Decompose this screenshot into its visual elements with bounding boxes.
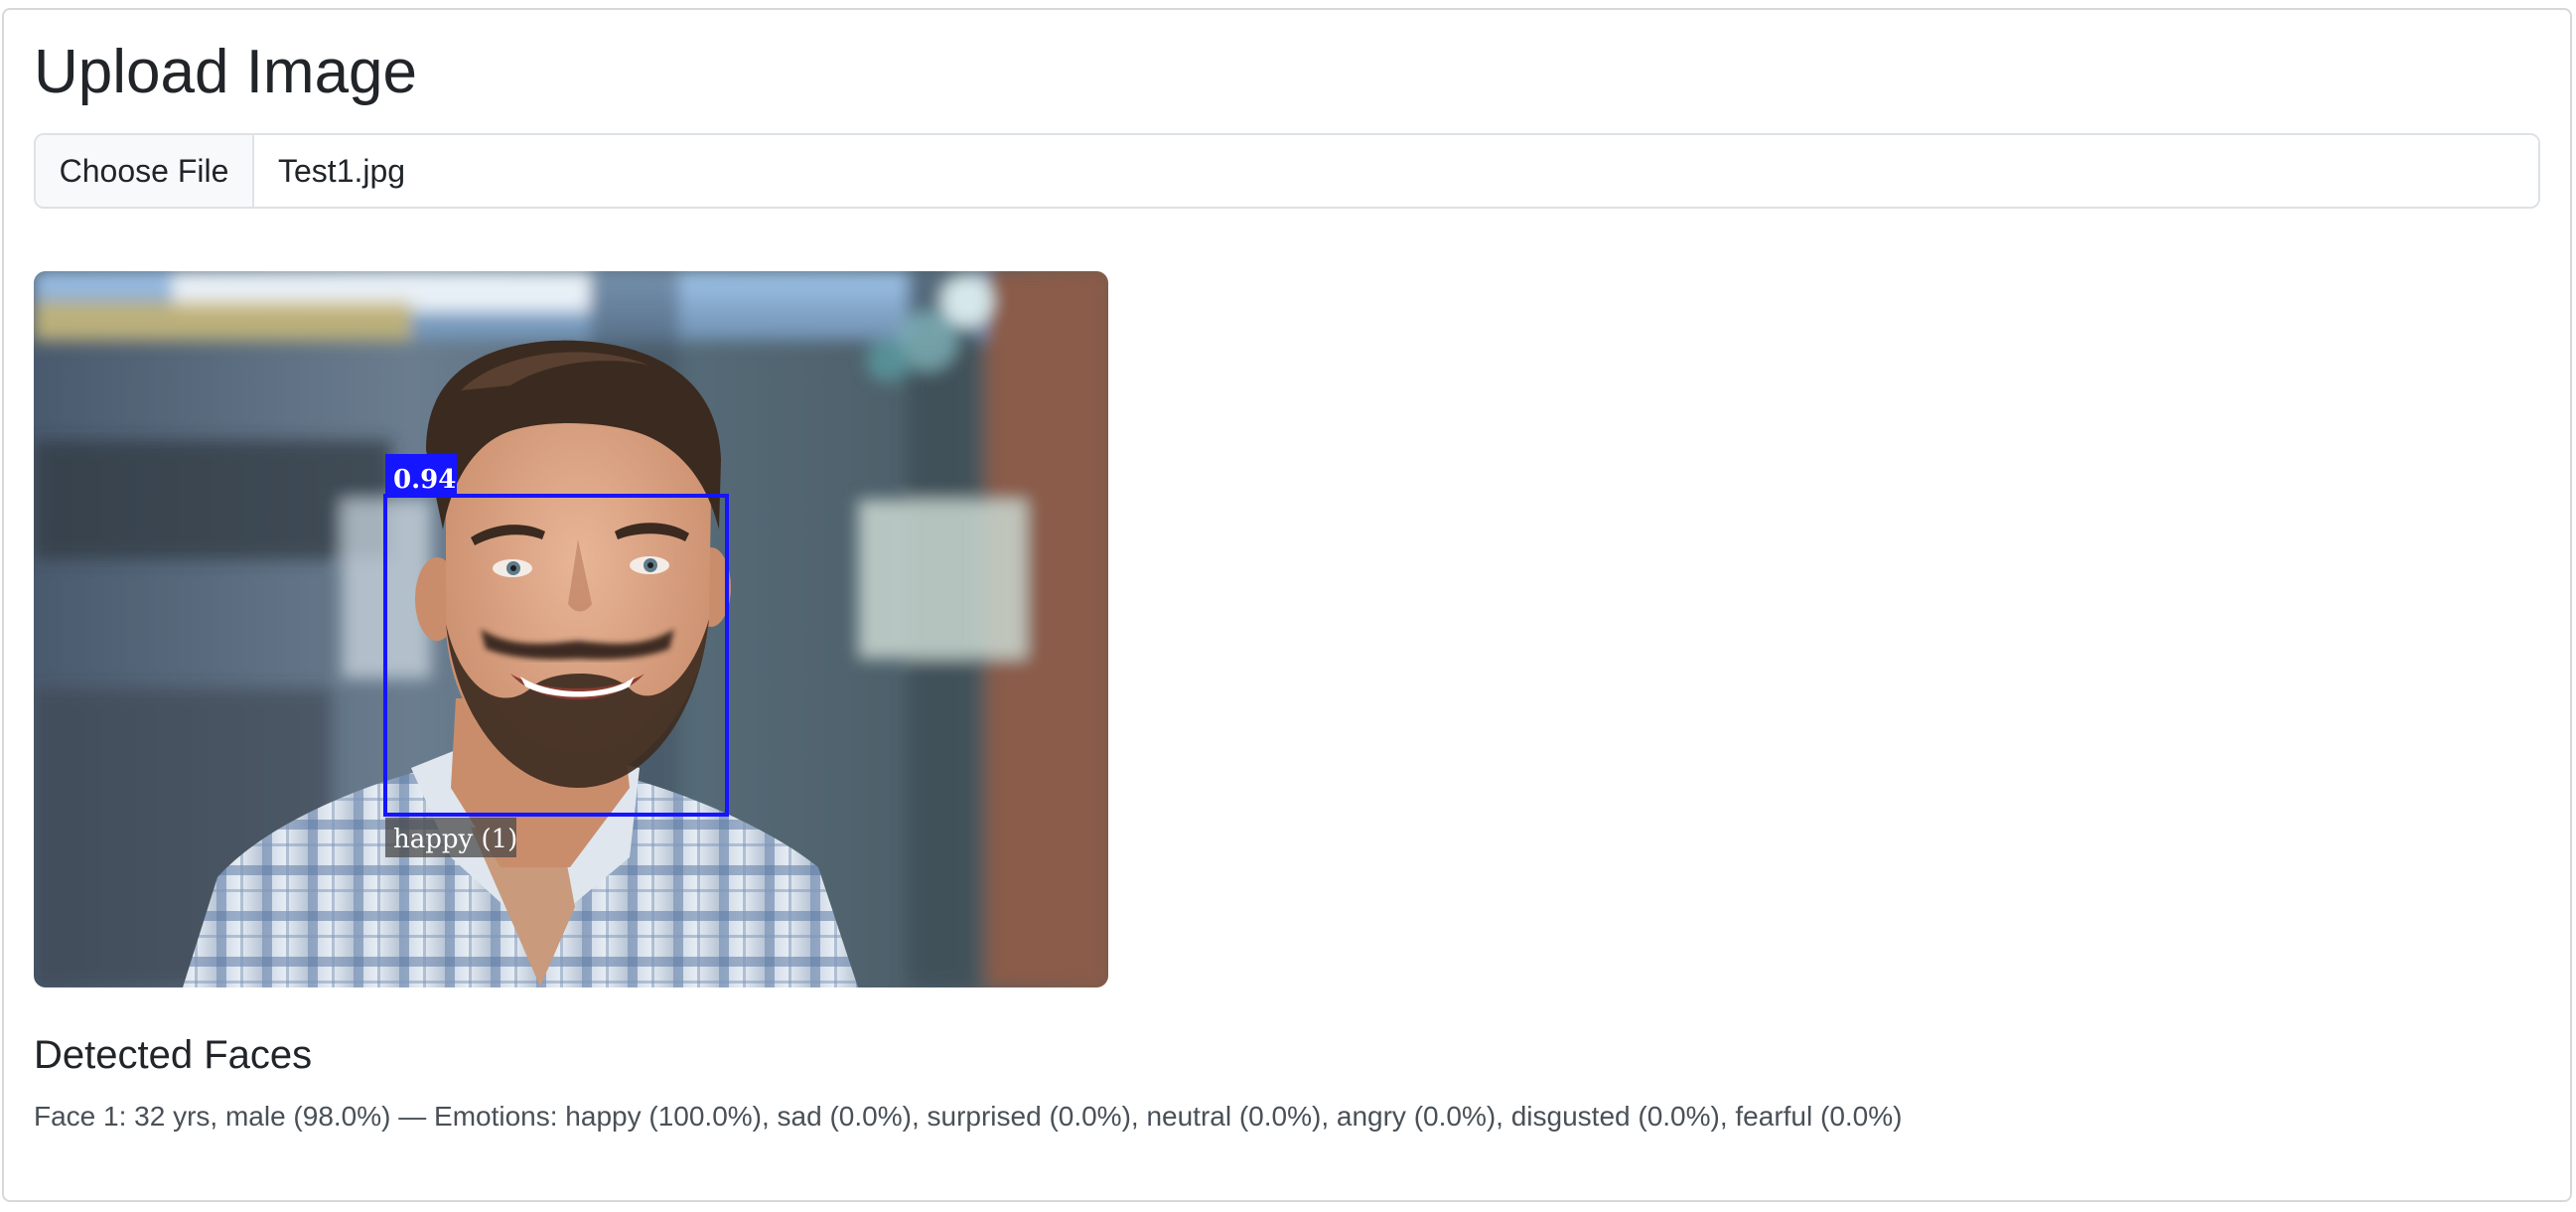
- file-input[interactable]: Choose File Test1.jpg: [34, 133, 2540, 209]
- uploaded-photo: 0.94 happy (1): [34, 271, 1108, 987]
- face-result-line: Face 1: 32 yrs, male (98.0%) — Emotions:…: [34, 1101, 1903, 1132]
- page-title: Upload Image: [34, 38, 418, 106]
- selected-file-name: Test1.jpg: [278, 152, 406, 189]
- choose-file-button[interactable]: Choose File: [36, 135, 254, 207]
- expression-label: happy (1): [393, 825, 517, 854]
- detected-faces-heading: Detected Faces: [34, 1033, 313, 1077]
- detection-score-label: 0.94: [393, 465, 456, 495]
